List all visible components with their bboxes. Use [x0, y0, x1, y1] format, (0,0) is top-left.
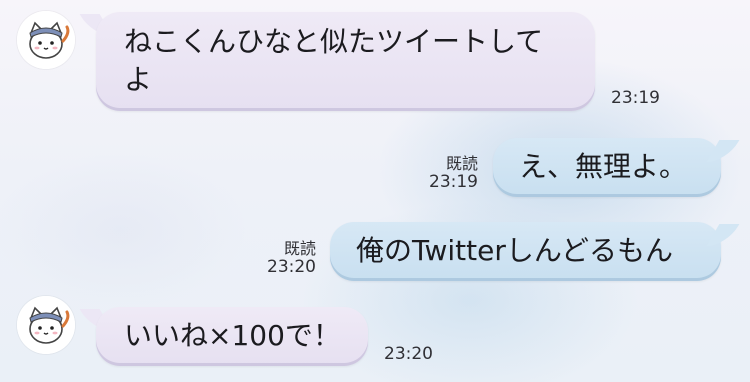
message-text: 俺のTwitterしんどるもん	[356, 234, 674, 267]
sender-avatar[interactable]	[17, 11, 75, 69]
message-timestamp: 23:20	[384, 344, 433, 364]
message-bubble-outgoing[interactable]: え、無理よ。	[493, 138, 721, 197]
read-receipt: 既読	[445, 154, 478, 173]
message-bubble-incoming[interactable]: いいね×100で！	[96, 307, 368, 366]
cat-character-avatar-icon	[17, 296, 75, 354]
message-text: え、無理よ。	[519, 150, 688, 183]
message-timestamp: 23:19	[429, 172, 478, 192]
message-bubble-outgoing[interactable]: 俺のTwitterしんどるもん	[330, 222, 721, 281]
sender-avatar[interactable]	[17, 296, 75, 354]
cat-character-avatar-icon	[17, 11, 75, 69]
read-receipt: 既読	[283, 239, 316, 258]
message-text-line2: よ	[124, 63, 153, 96]
message-timestamp: 23:19	[611, 88, 660, 108]
message-timestamp: 23:20	[267, 257, 316, 277]
message-text: いいね×100で！	[124, 319, 341, 352]
message-text: ねこくんひなと似たツイートして	[124, 25, 544, 58]
message-bubble-incoming[interactable]: ねこくんひなと似たツイートして よ	[96, 12, 595, 111]
